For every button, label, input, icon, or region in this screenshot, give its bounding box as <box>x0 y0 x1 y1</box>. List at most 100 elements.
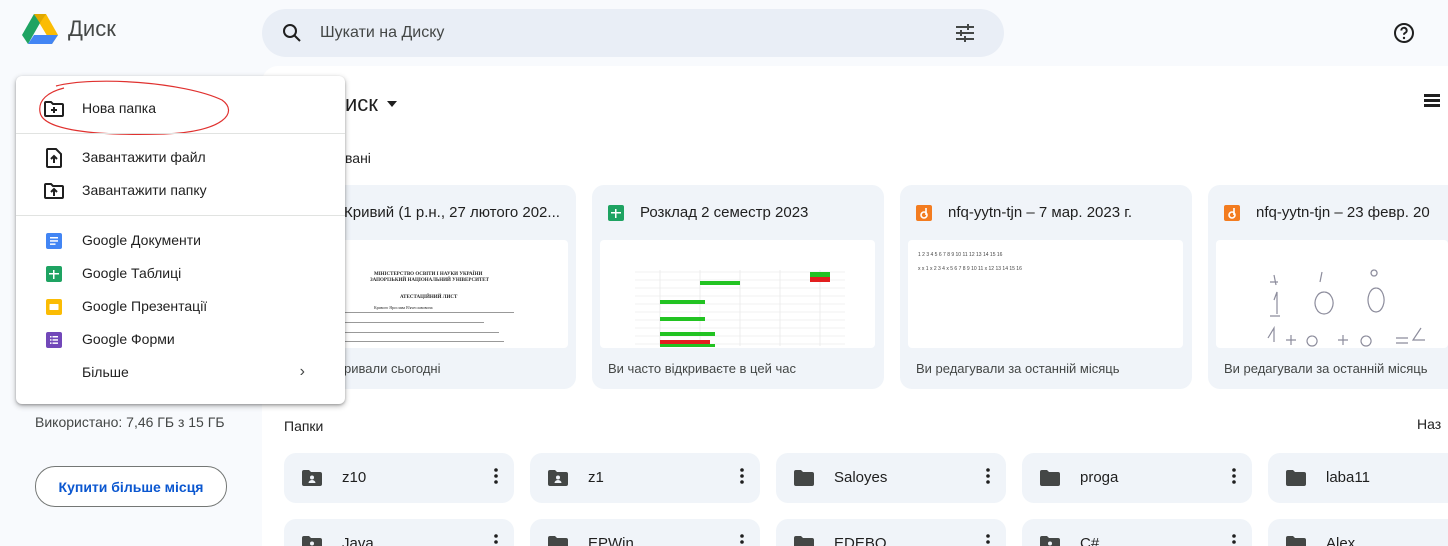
folder-icon <box>794 470 814 486</box>
folder-item[interactable]: z10 <box>284 453 514 503</box>
sheets-icon <box>608 204 624 221</box>
card-reason: ривали сьогодні <box>344 361 441 376</box>
menu-label: Більше <box>82 364 129 380</box>
list-view-icon[interactable] <box>1424 94 1440 108</box>
more-options-icon[interactable] <box>986 533 990 546</box>
sheets-thumbnail <box>600 240 875 348</box>
new-menu: Нова папка Завантажити файл Завантажити … <box>16 76 345 404</box>
more-options-icon[interactable] <box>740 533 744 546</box>
folder-name: Java <box>342 535 374 546</box>
menu-item-new-folder[interactable]: Нова папка <box>16 92 345 125</box>
folder-name: laba11 <box>1326 469 1370 486</box>
shared-folder-icon <box>548 470 568 486</box>
dropdown-arrow-icon[interactable] <box>386 100 398 108</box>
shared-folder-icon <box>302 470 322 486</box>
jamboard-thumbnail <box>1216 240 1448 348</box>
menu-item-more[interactable]: Більше › <box>16 356 345 389</box>
jamboard-icon <box>916 204 932 221</box>
slides-icon <box>46 299 62 315</box>
storage-usage: Використано: 7,46 ГБ з 15 ГБ <box>35 414 225 430</box>
menu-label: Google Форми <box>82 331 175 347</box>
menu-label: Завантажити файл <box>82 149 206 165</box>
more-options-icon[interactable] <box>1232 533 1236 546</box>
folder-name: z1 <box>588 469 604 486</box>
folder-name: EDEBO <box>834 535 887 546</box>
menu-item-upload-folder[interactable]: Завантажити папку <box>16 174 345 207</box>
help-icon[interactable] <box>1392 21 1416 45</box>
new-folder-icon <box>44 101 64 117</box>
sort-by-name[interactable]: Наз <box>1417 416 1441 432</box>
menu-label: Google Презентації <box>82 298 208 314</box>
folder-item[interactable]: EPWin <box>530 519 760 546</box>
shared-folder-icon <box>302 536 322 546</box>
folder-name: C# <box>1080 535 1100 546</box>
folder-item[interactable]: z1 <box>530 453 760 503</box>
menu-label: Нова папка <box>82 100 157 116</box>
folder-item[interactable]: proga <box>1022 453 1252 503</box>
more-options-icon[interactable] <box>740 467 744 485</box>
doc-thumbnail: МІНІСТЕРСТВО ОСВІТИ І НАУКИ УКРАЇНИ ЗАПО… <box>324 240 568 348</box>
card-reason: Ви редагували за останній місяць <box>916 361 1120 376</box>
forms-icon <box>46 332 62 348</box>
folder-name: proga <box>1080 469 1119 486</box>
folder-icon <box>794 536 814 546</box>
folder-item[interactable]: Java <box>284 519 514 546</box>
folder-name: EPWin <box>588 535 634 546</box>
search-options-icon[interactable] <box>954 22 976 44</box>
card-reason: Ви редагували за останній місяць <box>1224 361 1428 376</box>
thumb-text: x x 1 x 2 3 4 x 5 6 7 8 9 10 11 x 12 13 … <box>918 266 1022 272</box>
folder-item[interactable]: Alex <box>1268 519 1448 546</box>
card-title: Кривий (1 р.н., 27 лютого 202... <box>344 204 560 221</box>
page-title[interactable]: иск <box>345 91 398 117</box>
thumb-text: ЗАПОРІЗЬКИЙ НАЦІОНАЛЬНИЙ УНІВЕРСИТЕТ <box>370 278 489 283</box>
suggested-card-jamboard-1[interactable]: nfq-yytn-tjn – 7 мар. 2023 г. 1 2 3 4 5 … <box>900 185 1192 389</box>
folder-icon <box>1286 536 1306 546</box>
drive-logo-icon <box>22 14 58 44</box>
thumb-text: АТЕСТАЦІЙНИЙ ЛИСТ <box>400 295 458 300</box>
folders-heading: Папки <box>284 418 324 434</box>
folder-name: Alex <box>1326 535 1356 546</box>
chevron-right-icon: › <box>299 363 305 380</box>
folder-icon <box>548 536 568 546</box>
suggested-card-jamboard-2[interactable]: nfq-yytn-tjn – 23 февр. 20 Ви редагували… <box>1208 185 1448 389</box>
menu-label: Google Таблиці <box>82 265 182 281</box>
folder-icon <box>1040 470 1060 486</box>
more-options-icon[interactable] <box>1232 467 1236 485</box>
app-name: Диск <box>68 16 116 41</box>
folder-name: z10 <box>342 469 367 486</box>
drive-logo[interactable]: Диск <box>22 13 116 45</box>
menu-label: Завантажити папку <box>82 182 207 198</box>
upload-file-icon <box>46 148 62 168</box>
jamboard-thumbnail: 1 2 3 4 5 6 7 8 9 10 11 12 13 14 15 16 x… <box>908 240 1183 348</box>
more-options-icon[interactable] <box>494 533 498 546</box>
docs-icon <box>46 233 62 249</box>
buy-storage-button[interactable]: Купити більше місця <box>35 466 227 507</box>
menu-item-google-docs[interactable]: Google Документи <box>16 224 345 257</box>
suggested-heading: вані <box>345 150 371 166</box>
upload-folder-icon <box>44 183 64 199</box>
menu-label: Google Документи <box>82 232 201 248</box>
menu-item-google-slides[interactable]: Google Презентації <box>16 290 345 323</box>
shared-folder-icon <box>1040 536 1060 546</box>
more-options-icon[interactable] <box>494 467 498 485</box>
folder-item[interactable]: Saloyes <box>776 453 1006 503</box>
card-title: nfq-yytn-tjn – 23 февр. 20 <box>1256 204 1430 221</box>
folder-item[interactable]: C# <box>1022 519 1252 546</box>
thumb-text: Кривого Ярослава В'ячеславовича <box>374 305 433 310</box>
folder-item[interactable]: laba11 <box>1268 453 1448 503</box>
sheets-icon <box>46 266 62 282</box>
search-bar[interactable]: Шукати на Диску <box>262 9 1004 57</box>
more-options-icon[interactable] <box>986 467 990 485</box>
menu-item-google-sheets[interactable]: Google Таблиці <box>16 257 345 290</box>
card-reason: Ви часто відкриваєте в цей час <box>608 361 796 376</box>
card-title: Розклад 2 семестр 2023 <box>640 204 809 221</box>
suggested-card-sheets[interactable]: Розклад 2 семестр 2023 Ви часто відкрива… <box>592 185 884 389</box>
card-title: nfq-yytn-tjn – 7 мар. 2023 г. <box>948 204 1133 221</box>
folder-item[interactable]: EDEBO <box>776 519 1006 546</box>
jamboard-icon <box>1224 204 1240 221</box>
menu-item-google-forms[interactable]: Google Форми <box>16 323 345 356</box>
thumb-text: МІНІСТЕРСТВО ОСВІТИ І НАУКИ УКРАЇНИ <box>374 272 483 277</box>
search-icon[interactable] <box>282 23 302 43</box>
menu-item-upload-file[interactable]: Завантажити файл <box>16 141 345 174</box>
search-input[interactable]: Шукати на Диску <box>320 24 444 42</box>
